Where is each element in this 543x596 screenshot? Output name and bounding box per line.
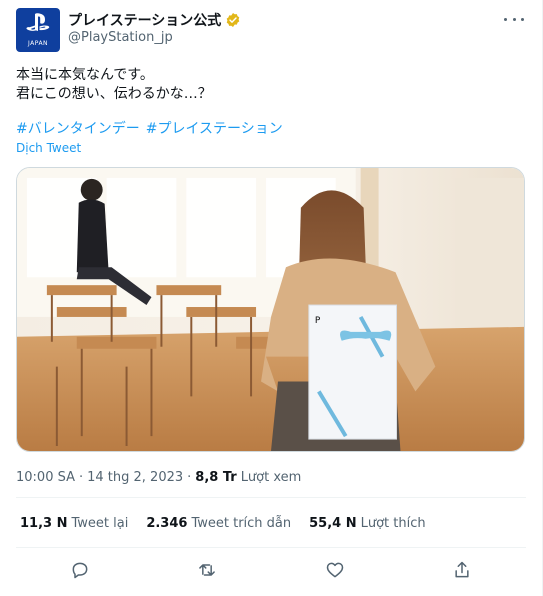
playstation-logo-icon xyxy=(26,13,50,38)
likes-stat[interactable]: 55,4 N Lượt thích xyxy=(309,516,425,531)
hashtag-link[interactable]: #バレンタインデー xyxy=(16,118,140,138)
svg-text:P: P xyxy=(315,316,321,326)
display-name[interactable]: プレイステーション公式 xyxy=(68,10,221,30)
classroom-photo: P xyxy=(17,168,524,451)
retweet-icon[interactable] xyxy=(196,559,218,581)
handle[interactable]: @PlayStation_jp xyxy=(68,30,173,45)
quotes-count: 2.346 xyxy=(146,516,188,531)
tweet-line-2: 君にこの想い、伝わるかな…？ xyxy=(16,86,212,102)
meta-separator: · xyxy=(187,470,192,485)
quotes-label: Tweet trích dẫn xyxy=(191,516,292,531)
divider xyxy=(16,547,526,548)
tweet-stats: 11,3 N Tweet lại 2.346 Tweet trích dẫn 55,… xyxy=(20,516,426,531)
like-icon[interactable] xyxy=(324,559,346,581)
views-label: Lượt xem xyxy=(240,470,302,485)
retweets-count: 11,3 N xyxy=(20,516,68,531)
tweet-time[interactable]: 10:00 SA xyxy=(16,470,75,485)
tweet: JAPAN プレイステーション公式 @PlayStation_jp 本当に本気な… xyxy=(0,0,543,596)
retweets-stat[interactable]: 11,3 N Tweet lại xyxy=(20,516,128,531)
views-count: 8,8 Tr xyxy=(195,470,237,485)
tweet-text: 本当に本気なんです。 君にこの想い、伝わるかな…？ xyxy=(16,66,212,104)
tweet-photo[interactable]: P xyxy=(16,167,525,452)
quotes-stat[interactable]: 2.346 Tweet trích dẫn xyxy=(146,516,291,531)
author-name-row: プレイステーション公式 xyxy=(68,10,241,30)
hashtags: #バレンタインデー #プレイステーション xyxy=(16,118,283,138)
retweets-label: Tweet lại xyxy=(71,516,129,531)
divider xyxy=(16,497,526,498)
avatar[interactable]: JAPAN xyxy=(16,8,60,52)
tweet-date[interactable]: 14 thg 2, 2023 xyxy=(87,470,183,485)
translate-link[interactable]: Dịch Tweet xyxy=(16,141,81,155)
tweet-meta: 10:00 SA · 14 thg 2, 2023 · 8,8 Tr Lượt … xyxy=(16,470,301,485)
action-bar xyxy=(16,556,526,584)
likes-count: 55,4 N xyxy=(309,516,357,531)
likes-label: Lượt thích xyxy=(360,516,426,531)
more-icon[interactable] xyxy=(504,12,524,26)
verified-icon xyxy=(227,13,240,27)
reply-icon[interactable] xyxy=(69,559,91,581)
share-icon[interactable] xyxy=(451,559,473,581)
tweet-line-1: 本当に本気なんです。 xyxy=(16,67,154,83)
meta-separator: · xyxy=(78,470,84,485)
avatar-label: JAPAN xyxy=(27,40,49,47)
hashtag-link[interactable]: #プレイステーション xyxy=(146,118,283,138)
